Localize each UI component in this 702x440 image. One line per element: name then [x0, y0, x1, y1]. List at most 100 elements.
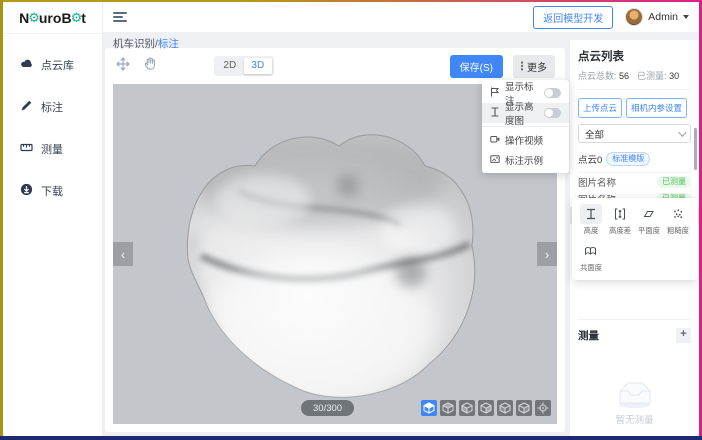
- tool-label: 高度: [583, 225, 598, 235]
- pan-hand-icon[interactable]: [143, 56, 158, 76]
- tool-label: 平面度: [637, 225, 659, 235]
- sidebar-item-measure[interactable]: 测量: [3, 128, 102, 170]
- chevron-down-icon: [678, 128, 686, 136]
- breadcrumb: 机车识别/标注: [113, 36, 179, 51]
- pen-icon: [20, 99, 33, 115]
- show-annotation-toggle[interactable]: [544, 88, 561, 98]
- frame-pager: 30/300: [301, 400, 354, 416]
- back-to-model-dev-button[interactable]: 返回模型开发: [533, 6, 613, 29]
- locate-center-button[interactable]: [535, 400, 551, 416]
- tool-flatness[interactable]: 平面度: [634, 204, 663, 236]
- sidebar-item-pointcloud-library[interactable]: 点云库: [3, 44, 102, 86]
- filter-select[interactable]: 全部: [578, 124, 691, 143]
- panel-actions: 上传点云 相机内参设置: [578, 98, 691, 118]
- kebab-icon: [521, 61, 523, 71]
- empty-text: 暂无测量: [615, 412, 653, 426]
- show-heightmap-toggle[interactable]: [544, 108, 561, 118]
- sidebar-item-label: 点云库: [41, 57, 74, 73]
- canvas-toolbar: 2D 3D 保存(S) 更多: [105, 48, 565, 84]
- upload-pointcloud-button[interactable]: 上传点云: [578, 98, 622, 118]
- menu-item-label: 显示高度图: [505, 99, 539, 127]
- tool-label: 高度差: [608, 225, 630, 235]
- pointcloud-group-row[interactable]: 点云0 标准模版: [578, 149, 691, 173]
- tool-label: 共面度: [579, 262, 601, 272]
- tool-label: 粗糙度: [666, 225, 688, 235]
- sidebar-item-label: 测量: [41, 141, 63, 157]
- view-right-button[interactable]: [478, 400, 494, 416]
- download-icon: [20, 183, 33, 199]
- more-button[interactable]: 更多: [513, 55, 555, 78]
- more-label: 更多: [527, 59, 547, 74]
- image-name: 图片名称: [578, 175, 657, 189]
- sidebar-item-annotate[interactable]: 标注: [3, 86, 102, 128]
- frame-border-left: [0, 0, 3, 440]
- next-image-arrow[interactable]: ›: [537, 242, 557, 266]
- height-icon: [490, 107, 500, 120]
- logo-text: uro: [39, 10, 62, 26]
- view-back-button[interactable]: [516, 400, 532, 416]
- cloud-icon: [20, 57, 33, 73]
- view-2d-tab[interactable]: 2D: [216, 58, 244, 74]
- view-left-button[interactable]: [459, 400, 475, 416]
- sidebar-item-download[interactable]: 下载: [3, 170, 102, 212]
- breadcrumb-section: 机车识别: [113, 38, 155, 50]
- roughness-tool-icon: [667, 204, 689, 224]
- tool-height-diff[interactable]: 高度差: [605, 204, 634, 236]
- move-tool-icon[interactable]: [115, 56, 131, 77]
- height-tool-icon: [580, 204, 602, 224]
- stat-total: 点云总数: 56: [578, 69, 629, 82]
- menu-item-show-heightmap[interactable]: 显示高度图: [482, 103, 569, 123]
- view-3d-tab[interactable]: 3D: [244, 58, 272, 74]
- app-window: N⚙uroB⚙t 点云库 标注 测量 下载 返回模型开发: [0, 0, 702, 440]
- sidebar-nav: 点云库 标注 测量 下载: [3, 34, 102, 212]
- prev-image-arrow[interactable]: ‹: [113, 242, 133, 266]
- view-default-button[interactable]: [421, 400, 437, 416]
- tool-roughness[interactable]: 粗糙度: [663, 204, 692, 236]
- user-menu[interactable]: Admin: [625, 8, 689, 26]
- collapse-menu-icon[interactable]: [113, 12, 127, 22]
- example-image-icon: [490, 154, 500, 167]
- ruler-icon: [20, 141, 33, 157]
- flag-icon: [490, 87, 500, 100]
- more-menu-dropdown: 显示标注 显示高度图 操作视频 标注示例: [482, 80, 569, 173]
- add-measurement-button[interactable]: +: [676, 328, 691, 343]
- frame-border-top: [0, 0, 702, 2]
- caret-down-icon: [683, 15, 689, 19]
- empty-box-icon: [613, 379, 657, 409]
- height-diff-tool-icon: [609, 204, 631, 224]
- sidebar: N⚙uroB⚙t 点云库 标注 测量 下载: [3, 2, 103, 436]
- stat-measured: 已测量: 30: [637, 69, 679, 82]
- view-top-button[interactable]: [440, 400, 456, 416]
- menu-item-annotation-example[interactable]: 标注示例: [482, 150, 569, 170]
- logo: N⚙uroB⚙t: [3, 2, 102, 34]
- flatness-tool-icon: [638, 204, 660, 224]
- topbar: 返回模型开发 Admin: [103, 2, 699, 33]
- panel-title: 点云列表: [578, 48, 691, 64]
- breadcrumb-current[interactable]: 标注: [158, 38, 179, 50]
- panel-scrollbar[interactable]: [694, 128, 697, 170]
- view-front-button[interactable]: [497, 400, 513, 416]
- user-name: Admin: [648, 11, 678, 23]
- save-button[interactable]: 保存(S): [450, 55, 503, 78]
- pointcloud-name: 点云0: [578, 152, 602, 166]
- menu-item-label: 操作视频: [505, 133, 561, 147]
- camera-params-button[interactable]: 相机内参设置: [626, 98, 687, 118]
- menu-item-operation-video[interactable]: 操作视频: [482, 130, 569, 150]
- empty-state: 暂无测量: [570, 379, 699, 426]
- panel-stats: 点云总数: 56 已测量: 30: [578, 69, 691, 90]
- logo-text: t: [81, 10, 86, 26]
- image-row[interactable]: 图片名称 已测量: [570, 173, 699, 190]
- tool-height[interactable]: 高度: [576, 204, 605, 236]
- frame-border-bottom: [0, 436, 702, 440]
- menu-item-label: 标注示例: [505, 153, 561, 167]
- sidebar-item-label: 标注: [41, 99, 63, 115]
- sidebar-item-label: 下载: [41, 183, 63, 199]
- tool-coplanarity[interactable]: 共面度: [576, 241, 605, 273]
- measure-title: 测量: [578, 328, 599, 343]
- view-mode-segmented: 2D 3D: [214, 56, 274, 76]
- view-orientation-bar: [421, 400, 551, 416]
- coplanarity-tool-icon: [580, 241, 602, 261]
- measure-section-header: 测量 +: [578, 319, 691, 343]
- filter-value: 全部: [585, 127, 604, 141]
- video-icon: [490, 134, 500, 147]
